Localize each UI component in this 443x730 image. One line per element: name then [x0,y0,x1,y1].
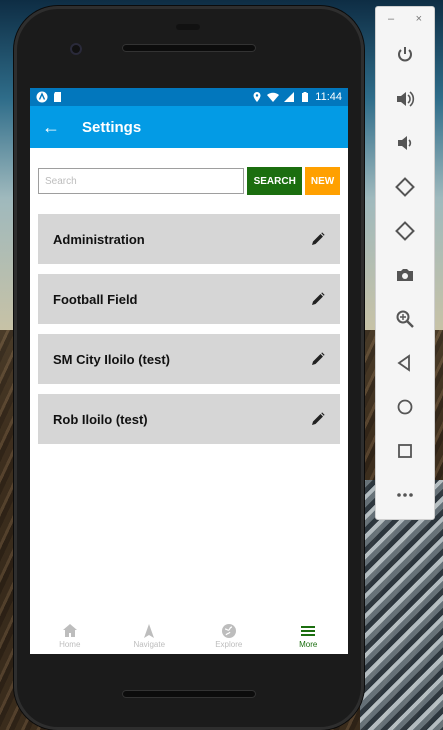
close-button[interactable]: × [416,13,422,25]
rotate-left-icon [395,177,415,197]
volume-down-icon [398,136,412,150]
list-item[interactable]: SM City Iloilo (test) [38,334,340,384]
rotate-right-icon [395,221,415,241]
wifi-icon [267,92,280,102]
signal-icon [284,92,295,102]
app-bar: ← Settings [30,106,348,148]
list-item[interactable]: Administration [38,214,340,264]
power-button[interactable] [391,41,419,69]
system-home-icon[interactable] [182,635,196,649]
location-icon [253,92,261,102]
list-item[interactable]: Rob Iloilo (test) [38,394,340,444]
battery-icon [302,92,309,102]
emulator-more-button[interactable] [391,481,419,509]
rotate-left-button[interactable] [391,173,419,201]
volume-up-button[interactable] [391,85,419,113]
list-item[interactable]: Football Field [38,274,340,324]
volume-up-icon [397,91,415,107]
camera-icon [397,269,413,281]
list-item-label: Administration [53,231,145,247]
edit-pencil-icon[interactable] [311,412,325,426]
rotate-right-button[interactable] [391,217,419,245]
new-button[interactable]: NEW [305,167,340,195]
earpiece-speaker [122,44,256,52]
list-item-label: SM City Iloilo (test) [53,351,170,367]
back-arrow-icon[interactable]: ← [42,117,70,138]
list-item-label: Football Field [53,291,138,307]
power-icon [398,47,412,62]
list-item-label: Rob Iloilo (test) [53,411,148,427]
emulator-home-button[interactable] [391,393,419,421]
search-button[interactable]: SEARCH [247,167,303,195]
screenshot-button[interactable] [391,261,419,289]
phone-screen: 11:44 ← Settings SEARCH NEW Administrati… [30,88,348,654]
search-input[interactable] [38,168,245,194]
zoom-button[interactable] [391,305,419,333]
edit-pencil-icon[interactable] [311,352,325,366]
minimize-button[interactable]: – [388,13,394,25]
proximity-sensor [176,24,200,30]
back-icon [397,354,410,372]
front-camera-icon [70,43,82,55]
system-overview-icon[interactable] [248,635,262,649]
status-bar: 11:44 [30,88,348,106]
edit-pencil-icon[interactable] [311,292,325,306]
search-row: SEARCH NEW [30,148,348,195]
phone-frame: 11:44 ← Settings SEARCH NEW Administrati… [14,6,364,730]
system-navigation-bar [30,624,348,660]
bottom-speaker [122,690,256,698]
edit-pencil-icon[interactable] [311,232,325,246]
zoom-icon [396,310,414,328]
emulator-toolbar: – × [375,6,435,520]
overview-icon [398,444,412,458]
volume-down-button[interactable] [391,129,419,157]
system-back-icon[interactable] [116,635,130,649]
home-circle-icon [397,399,413,415]
settings-list: Administration Football Field SM City Il… [30,195,348,444]
sd-card-icon [54,92,61,102]
status-time: 11:44 [315,91,342,103]
more-icon [397,493,413,497]
emulator-overview-button[interactable] [391,437,419,465]
page-title: Settings [82,118,142,136]
emulator-back-button[interactable] [391,349,419,377]
app-notification-icon [36,91,48,103]
